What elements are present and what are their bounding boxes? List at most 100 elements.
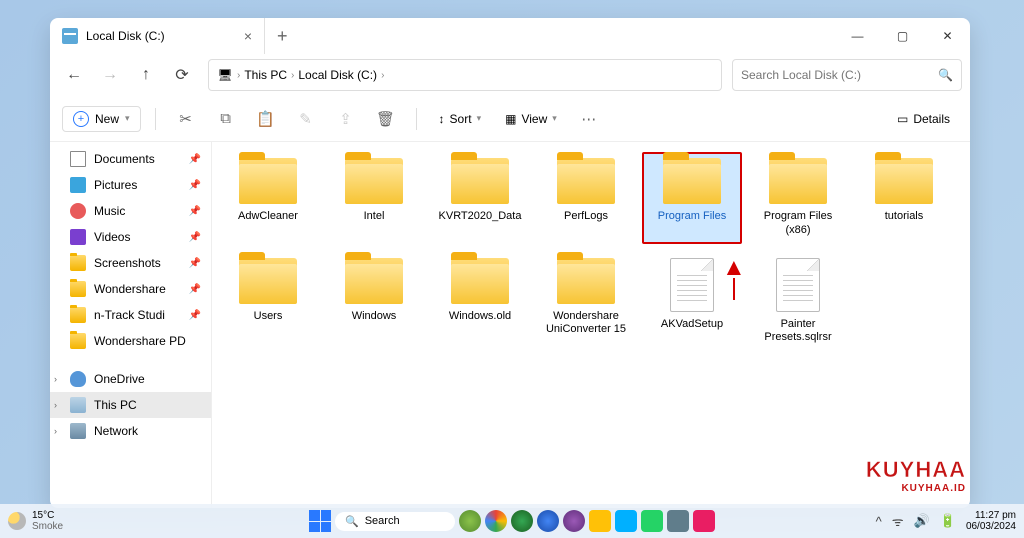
item-painter-presets-sqlrsr[interactable]: Painter Presets.sqlrsr <box>748 252 848 352</box>
weather-widget[interactable]: 15°C Smoke <box>8 510 63 532</box>
item-windows[interactable]: Windows <box>324 252 424 352</box>
item-grid: AdwCleanerIntelKVRT2020_DataPerfLogs Prog… <box>218 152 964 351</box>
window-controls: — ▢ ✕ <box>835 18 970 54</box>
volume-icon[interactable]: 🔊 <box>914 513 930 529</box>
maximize-button[interactable]: ▢ <box>880 18 925 54</box>
item-windows-old[interactable]: Windows.old <box>430 252 530 352</box>
new-tab-button[interactable]: + <box>265 26 300 47</box>
item-perflogs[interactable]: PerfLogs <box>536 152 636 244</box>
item-label: Program Files <box>658 210 726 224</box>
paste-button[interactable]: 📋 <box>250 103 282 135</box>
item-kvrt2020-data[interactable]: KVRT2020_Data <box>430 152 530 244</box>
app-icon[interactable] <box>693 510 715 532</box>
app-icon[interactable] <box>537 510 559 532</box>
close-button[interactable]: ✕ <box>925 18 970 54</box>
tray-chevron-icon[interactable]: ^ <box>876 514 882 529</box>
app-icon[interactable] <box>459 510 481 532</box>
app-icon[interactable] <box>563 510 585 532</box>
up-button[interactable]: ↑ <box>130 59 162 91</box>
close-tab-icon[interactable]: × <box>244 28 252 44</box>
sidebar-item-n-track-studi[interactable]: n-Track Studi📌 <box>50 302 211 328</box>
sort-button[interactable]: ↕ Sort ▾ <box>431 108 490 130</box>
content-area[interactable]: AdwCleanerIntelKVRT2020_DataPerfLogs Prog… <box>212 142 970 508</box>
app-icon[interactable] <box>667 510 689 532</box>
sidebar-item-pictures[interactable]: Pictures📌 <box>50 172 211 198</box>
folder-icon <box>345 158 403 204</box>
chevron-down-icon: ▾ <box>552 113 557 124</box>
navbar: ← → ↑ ⟳ 🖥 › This PC › Local Disk (C:) › … <box>50 54 970 96</box>
app-icon[interactable] <box>485 510 507 532</box>
breadcrumb-this-pc[interactable]: This PC <box>244 68 287 82</box>
sidebar-item-onedrive[interactable]: ›OneDrive <box>50 366 211 392</box>
app-icon[interactable] <box>641 510 663 532</box>
breadcrumb-drive[interactable]: Local Disk (C:) <box>298 68 377 82</box>
rename-button[interactable]: ✎ <box>290 103 322 135</box>
folder-icon <box>70 333 86 349</box>
cloud-icon <box>70 371 86 387</box>
chevron-right-icon: › <box>237 70 240 81</box>
battery-icon[interactable]: 🔋 <box>940 513 956 529</box>
view-button[interactable]: ▦ View ▾ <box>497 108 565 130</box>
cut-button[interactable]: ✂ <box>170 103 202 135</box>
taskbar-search-label: Search <box>365 515 400 527</box>
search-bar[interactable]: 🔍 <box>732 59 962 91</box>
refresh-button[interactable]: ⟳ <box>166 59 198 91</box>
sidebar-item-label: Wondershare PD <box>94 334 186 348</box>
sidebar-item-documents[interactable]: Documents📌 <box>50 146 211 172</box>
search-icon[interactable]: 🔍 <box>938 68 953 82</box>
sidebar-item-screenshots[interactable]: Screenshots📌 <box>50 250 211 276</box>
item-intel[interactable]: Intel <box>324 152 424 244</box>
pin-icon: 📌 <box>189 232 201 243</box>
folder-icon <box>663 158 721 204</box>
chevron-right-icon: › <box>291 70 294 81</box>
sidebar-item-this-pc[interactable]: › This PC <box>50 392 211 418</box>
item-akvadsetup[interactable]: AKVadSetup <box>642 252 742 352</box>
item-program-files-x86-[interactable]: Program Files (x86) <box>748 152 848 244</box>
sidebar-item-wondershare-pd[interactable]: Wondershare PD <box>50 328 211 354</box>
start-button[interactable] <box>309 510 331 532</box>
taskbar-search[interactable]: 🔍 Search <box>335 512 455 531</box>
chevron-right-icon[interactable]: › <box>54 400 57 410</box>
chevron-right-icon[interactable]: › <box>54 426 57 436</box>
item-adwcleaner[interactable]: AdwCleaner <box>218 152 318 244</box>
sidebar-item-label: Pictures <box>94 178 137 192</box>
back-button[interactable]: ← <box>58 59 90 91</box>
watermark: KUYHAA KUYHAA.ID <box>866 457 966 494</box>
folder-icon <box>557 158 615 204</box>
separator <box>155 108 156 130</box>
address-bar[interactable]: 🖥 › This PC › Local Disk (C:) › <box>208 59 722 91</box>
forward-button[interactable]: → <box>94 59 126 91</box>
details-button[interactable]: ▭ Details <box>889 108 958 130</box>
sidebar-item-music[interactable]: Music📌 <box>50 198 211 224</box>
sidebar-item-videos[interactable]: Videos📌 <box>50 224 211 250</box>
minimize-button[interactable]: — <box>835 18 880 54</box>
item-label: Painter Presets.sqlrsr <box>750 318 846 346</box>
new-button[interactable]: + New ▾ <box>62 106 141 132</box>
app-icon[interactable] <box>589 510 611 532</box>
wifi-icon[interactable]: ᯤ <box>892 512 904 530</box>
folder-icon <box>70 307 86 323</box>
more-button[interactable]: ⋯ <box>573 103 605 135</box>
item-users[interactable]: Users <box>218 252 318 352</box>
separator <box>416 108 417 130</box>
sidebar-item-network[interactable]: ›Network <box>50 418 211 444</box>
app-icon[interactable] <box>615 510 637 532</box>
pin-icon: 📌 <box>189 206 201 217</box>
copy-button[interactable]: ⧉ <box>210 103 242 135</box>
search-input[interactable] <box>741 68 932 82</box>
tab-active[interactable]: Local Disk (C:) × <box>50 18 265 54</box>
video-icon <box>70 229 86 245</box>
sidebar-item-wondershare[interactable]: Wondershare📌 <box>50 276 211 302</box>
item-program-files[interactable]: Program Files <box>642 152 742 244</box>
clock[interactable]: 11:27 pm 06/03/2024 <box>966 510 1016 532</box>
explorer-window: Local Disk (C:) × + — ▢ ✕ ← → ↑ ⟳ 🖥 › Th… <box>50 18 970 508</box>
item-wondershare-uniconverter-15[interactable]: Wondershare UniConverter 15 <box>536 252 636 352</box>
file-icon <box>670 258 714 312</box>
chevron-right-icon[interactable]: › <box>54 374 57 384</box>
weather-temp: 15°C <box>32 510 63 521</box>
delete-button[interactable]: 🗑 <box>370 103 402 135</box>
sidebar-item-label: This PC <box>94 398 137 412</box>
app-icon[interactable] <box>511 510 533 532</box>
share-button[interactable]: ⇪ <box>330 103 362 135</box>
item-tutorials[interactable]: tutorials <box>854 152 954 244</box>
